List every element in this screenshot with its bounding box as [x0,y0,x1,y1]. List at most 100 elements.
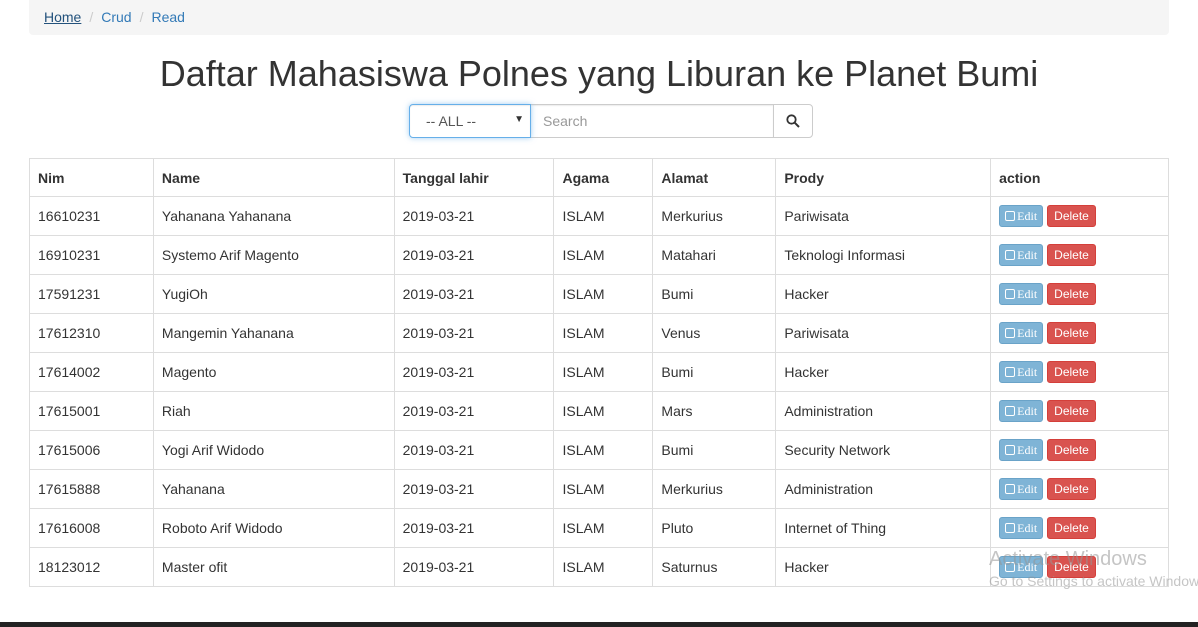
column-header: Tanggal lahir [393,158,555,197]
search-form: -- ALL -- ▼ Search [409,104,813,138]
edit-button-label: Edit [1017,560,1038,574]
table-cell: 17591231 [29,274,154,314]
edit-button-label: Edit [1017,521,1038,535]
action-cell: Edit Delete [990,235,1169,275]
table-cell: Saturnus [652,547,777,587]
table-cell: Mars [652,391,777,431]
table-cell: 17612310 [29,313,154,353]
table-cell: Pariwisata [775,196,992,236]
table-cell: Merkurius [652,196,777,236]
table-cell: 2019-03-21 [393,313,555,353]
table-cell: 2019-03-21 [393,547,555,587]
edit-button[interactable]: Edit [999,439,1044,461]
edit-button[interactable]: Edit [999,322,1044,344]
edit-icon [1005,211,1016,221]
edit-icon [1005,328,1016,338]
search-input[interactable]: Search [531,104,774,138]
table-row: 17612310 Mangemin Yahanana 2019-03-21 ISLAM… [29,313,1169,353]
table-cell: Systemo Arif Magento [152,235,395,275]
table-row: 16610231 Yahanana Yahanana 2019-03-21 ISLAM… [29,196,1169,236]
table-cell: Merkurius [652,469,777,509]
edit-button[interactable]: Edit [999,478,1044,500]
table-cell: Yahanana Yahanana [152,196,395,236]
table-row: 17616008 Roboto Arif Widodo 2019-03-21 ISLA… [29,508,1169,548]
table-cell: ISLAM [553,508,654,548]
table-cell: Administration [775,469,992,509]
table-row: 17615001 Riah 2019-03-21 ISLAM Mars Administr… [29,391,1169,431]
category-select[interactable]: -- ALL -- ▼ [409,104,531,138]
edit-button[interactable]: Edit [999,400,1044,422]
table-cell: 17616008 [29,508,154,548]
breadcrumb-separator: / [139,9,144,25]
delete-button[interactable]: Delete [1047,244,1096,266]
breadcrumb-read-link[interactable]: Read [152,9,185,25]
action-cell: Edit Delete [990,469,1169,509]
table-cell: 2019-03-21 [393,352,555,392]
table-cell: 17615888 [29,469,154,509]
edit-icon [1005,406,1016,416]
table-cell: Security Network [775,430,992,470]
edit-button-label: Edit [1017,365,1038,379]
edit-icon [1005,523,1016,533]
action-cell: Edit Delete [990,430,1169,470]
edit-button[interactable]: Edit [999,517,1044,539]
table-cell: 18123012 [29,547,154,587]
action-cell: Edit Delete [990,547,1169,587]
table-cell: ISLAM [553,430,654,470]
students-table: Nim Name Tanggal lahir Agama Alamat Prody acti… [29,158,1169,587]
category-select-value: -- ALL -- [426,113,477,129]
column-header: Prody [775,158,992,197]
edit-button-label: Edit [1017,287,1038,301]
edit-icon [1005,445,1016,455]
edit-button[interactable]: Edit [999,205,1044,227]
edit-icon [1005,289,1016,299]
table-cell: Magento [152,352,395,392]
delete-button[interactable]: Delete [1047,205,1096,227]
delete-button[interactable]: Delete [1047,517,1096,539]
table-cell: Yahanana [152,469,395,509]
edit-icon [1005,484,1016,494]
taskbar-edge [0,622,1198,627]
breadcrumb-crud-link[interactable]: Crud [101,9,131,25]
edit-button[interactable]: Edit [999,244,1044,266]
column-header: Nim [29,158,154,197]
delete-button[interactable]: Delete [1047,361,1096,383]
column-header: Name [152,158,395,197]
table-cell: Yogi Arif Widodo [152,430,395,470]
table-cell: Internet of Thing [775,508,992,548]
edit-button[interactable]: Edit [999,556,1044,578]
table-row: 17615006 Yogi Arif Widodo 2019-03-21 ISLAM B… [29,430,1169,470]
table-cell: Bumi [652,274,777,314]
delete-button[interactable]: Delete [1047,556,1096,578]
search-button[interactable] [773,104,813,138]
edit-button[interactable]: Edit [999,283,1044,305]
table-body: 16610231 Yahanana Yahanana 2019-03-21 ISLAM… [29,196,1169,587]
table-cell: Pariwisata [775,313,992,353]
table-cell: ISLAM [553,391,654,431]
delete-button[interactable]: Delete [1047,322,1096,344]
edit-button[interactable]: Edit [999,361,1044,383]
edit-button-label: Edit [1017,326,1038,340]
table-row: 16910231 Systemo Arif Magento 2019-03-21 IS… [29,235,1169,275]
table-cell: 17615006 [29,430,154,470]
table-cell: ISLAM [553,469,654,509]
delete-button[interactable]: Delete [1047,400,1096,422]
delete-button[interactable]: Delete [1047,283,1096,305]
table-cell: 2019-03-21 [393,274,555,314]
table-cell: 2019-03-21 [393,469,555,509]
table-cell: YugiOh [152,274,395,314]
table-cell: Mangemin Yahanana [152,313,395,353]
table-header: Nim Name Tanggal lahir Agama Alamat Prody acti… [29,158,1169,197]
delete-button[interactable]: Delete [1047,478,1096,500]
table-cell: ISLAM [553,313,654,353]
delete-button[interactable]: Delete [1047,439,1096,461]
column-header: action [990,158,1169,197]
action-cell: Edit Delete [990,313,1169,353]
search-icon [786,114,800,128]
table-cell: 17614002 [29,352,154,392]
table-cell: Bumi [652,352,777,392]
breadcrumb-home-link[interactable]: Home [44,9,81,25]
edit-icon [1005,562,1016,572]
table-row: 17614002 Magento 2019-03-21 ISLAM Bumi Hacker… [29,352,1169,392]
edit-button-label: Edit [1017,209,1038,223]
